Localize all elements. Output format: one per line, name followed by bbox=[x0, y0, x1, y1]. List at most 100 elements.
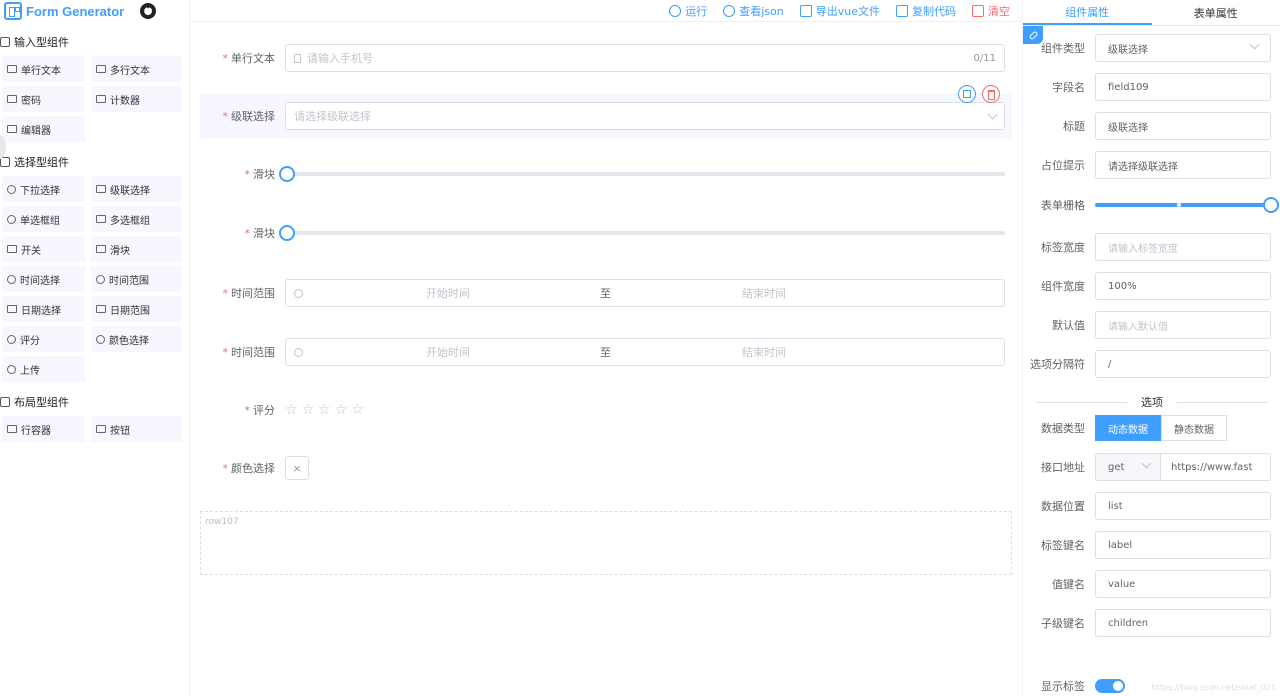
placeholder-input[interactable]: 请选择级联选择 bbox=[1095, 151, 1271, 179]
component-time-range[interactable]: 时间范围 bbox=[91, 266, 182, 292]
component-row[interactable]: 行容器 bbox=[2, 416, 85, 442]
slider-handle[interactable] bbox=[279, 166, 295, 182]
form-label: * 单行文本 bbox=[222, 52, 276, 65]
component-switch[interactable]: 开关 bbox=[2, 236, 85, 262]
component-checkbox[interactable]: 多选框组 bbox=[91, 206, 182, 232]
component-input[interactable]: 单行文本 bbox=[2, 56, 85, 82]
time-range-picker[interactable]: 开始时间 至 结束时间 bbox=[285, 338, 1005, 366]
component-cascader[interactable]: 级联选择 bbox=[91, 176, 182, 202]
end-time: 结束时间 bbox=[742, 346, 786, 359]
form-item-rate[interactable]: * 评分 ☆ ☆ ☆ ☆ ☆ bbox=[200, 400, 1012, 420]
row-container[interactable]: row107 bbox=[200, 511, 1012, 575]
form-item-single-text[interactable]: * 单行文本 请输入手机号 0/11 bbox=[200, 44, 1012, 72]
view-json-button[interactable]: 查看json bbox=[723, 3, 784, 19]
field-name-input[interactable]: field109 bbox=[1095, 73, 1271, 101]
star-icon[interactable]: ☆ bbox=[335, 402, 348, 418]
grid-span-slider[interactable] bbox=[1095, 197, 1279, 213]
component-upload[interactable]: 上传 bbox=[2, 356, 85, 382]
component-rate[interactable]: 评分 bbox=[2, 326, 85, 352]
slider-handle[interactable] bbox=[1263, 197, 1279, 213]
prop-data-path: 数据位置 list bbox=[1023, 492, 1280, 520]
play-icon bbox=[669, 4, 682, 17]
dynamic-data-button[interactable]: 动态数据 bbox=[1095, 415, 1161, 441]
separator-input[interactable]: / bbox=[1095, 350, 1271, 378]
static-data-button[interactable]: 静态数据 bbox=[1161, 415, 1227, 441]
component-radio[interactable]: 单选框组 bbox=[2, 206, 85, 232]
form-item-cascader[interactable]: * 级联选择 请选择级联选择 bbox=[200, 85, 1012, 139]
slider-handle[interactable] bbox=[279, 225, 295, 241]
default-value-input[interactable]: 请输入默认值 bbox=[1095, 311, 1271, 339]
form-item-time-range-1[interactable]: * 时间范围 开始时间 至 结束时间 bbox=[200, 279, 1012, 307]
star-icon[interactable]: ☆ bbox=[351, 402, 364, 418]
component-type-select[interactable]: 级联选择 bbox=[1095, 34, 1271, 62]
lock-icon bbox=[7, 95, 17, 103]
cascader-select[interactable]: 请选择级联选择 bbox=[285, 102, 1005, 130]
component-date-range[interactable]: 日期范围 bbox=[91, 296, 182, 322]
component-button[interactable]: 按钮 bbox=[91, 416, 182, 442]
export-vue-button[interactable]: 导出vue文件 bbox=[799, 3, 880, 19]
label-key-input[interactable]: label bbox=[1095, 531, 1271, 559]
title-input[interactable]: 级联选择 bbox=[1095, 112, 1271, 140]
start-time: 开始时间 bbox=[426, 287, 470, 300]
component-password[interactable]: 密码 bbox=[2, 86, 85, 112]
date-range-icon bbox=[96, 305, 106, 313]
component-textarea[interactable]: 多行文本 bbox=[91, 56, 182, 82]
prop-label-width: 标签宽度 请输入标签宽度 bbox=[1023, 233, 1280, 261]
time-range-icon bbox=[96, 274, 105, 284]
value-key-input[interactable]: value bbox=[1095, 570, 1271, 598]
component-date[interactable]: 日期选择 bbox=[2, 296, 85, 322]
range-separator: 至 bbox=[600, 346, 611, 359]
copy-code-button[interactable]: 复制代码 bbox=[896, 3, 956, 19]
download-icon bbox=[799, 4, 812, 17]
form-item-color[interactable]: * 颜色选择 × bbox=[200, 455, 1012, 481]
form-item-slider-2[interactable]: * 滑块 bbox=[200, 225, 1012, 241]
rate-stars[interactable]: ☆ ☆ ☆ ☆ ☆ bbox=[285, 402, 364, 418]
group-title-select: 选择型组件 bbox=[0, 154, 189, 170]
form-label: * 时间范围 bbox=[222, 346, 276, 359]
data-path-input[interactable]: list bbox=[1095, 492, 1271, 520]
prop-form-grid: 表单栅格 bbox=[1023, 197, 1280, 213]
star-icon[interactable]: ☆ bbox=[318, 402, 331, 418]
props-tabs: 组件属性 表单属性 bbox=[1023, 0, 1280, 26]
component-group-icon bbox=[0, 397, 10, 407]
github-icon[interactable] bbox=[140, 3, 157, 19]
component-time[interactable]: 时间选择 bbox=[2, 266, 85, 292]
component-slider[interactable]: 滑块 bbox=[91, 236, 182, 262]
children-key-input[interactable]: children bbox=[1095, 609, 1271, 637]
range-separator: 至 bbox=[600, 287, 611, 300]
form-item-slider-1[interactable]: * 滑块 bbox=[200, 166, 1012, 182]
form-label: * 滑块 bbox=[244, 227, 276, 240]
clear-button[interactable]: 清空 bbox=[972, 3, 1010, 19]
single-text-input[interactable]: 请输入手机号 0/11 bbox=[285, 44, 1005, 72]
slider-track[interactable] bbox=[279, 166, 1005, 182]
editor-icon bbox=[7, 125, 17, 133]
form-label: * 颜色选择 bbox=[222, 462, 276, 475]
prop-title: 标题 级联选择 bbox=[1023, 112, 1280, 140]
logo-icon bbox=[4, 2, 22, 20]
component-width-input[interactable]: 100% bbox=[1095, 272, 1271, 300]
method-select[interactable]: get bbox=[1095, 453, 1161, 481]
show-label-switch[interactable] bbox=[1095, 679, 1125, 693]
component-editor[interactable]: 编辑器 bbox=[2, 116, 85, 142]
tab-component-props[interactable]: 组件属性 bbox=[1023, 0, 1152, 25]
char-counter: 0/11 bbox=[973, 52, 996, 64]
run-button[interactable]: 运行 bbox=[669, 3, 707, 19]
copy-icon bbox=[896, 4, 908, 17]
component-counter[interactable]: 计数器 bbox=[91, 86, 182, 112]
time-range-picker[interactable]: 开始时间 至 结束时间 bbox=[285, 279, 1005, 307]
label-width-input[interactable]: 请输入标签宽度 bbox=[1095, 233, 1271, 261]
color-picker[interactable]: × bbox=[285, 456, 309, 480]
component-color[interactable]: 颜色选择 bbox=[91, 326, 182, 352]
form-label: * 滑块 bbox=[244, 168, 276, 181]
copy-item-button[interactable] bbox=[958, 85, 976, 103]
tab-form-props[interactable]: 表单属性 bbox=[1152, 0, 1280, 25]
slider-track[interactable] bbox=[279, 225, 1005, 241]
component-select[interactable]: 下拉选择 bbox=[2, 176, 85, 202]
upload-icon bbox=[7, 364, 16, 374]
star-icon[interactable]: ☆ bbox=[302, 402, 315, 418]
star-icon[interactable]: ☆ bbox=[285, 402, 298, 418]
delete-item-button[interactable] bbox=[982, 85, 1000, 103]
form-item-time-range-2[interactable]: * 时间范围 开始时间 至 结束时间 bbox=[200, 338, 1012, 366]
layout-components: 行容器 按钮 bbox=[0, 416, 189, 442]
url-input[interactable]: https://www.fast bbox=[1161, 453, 1271, 481]
